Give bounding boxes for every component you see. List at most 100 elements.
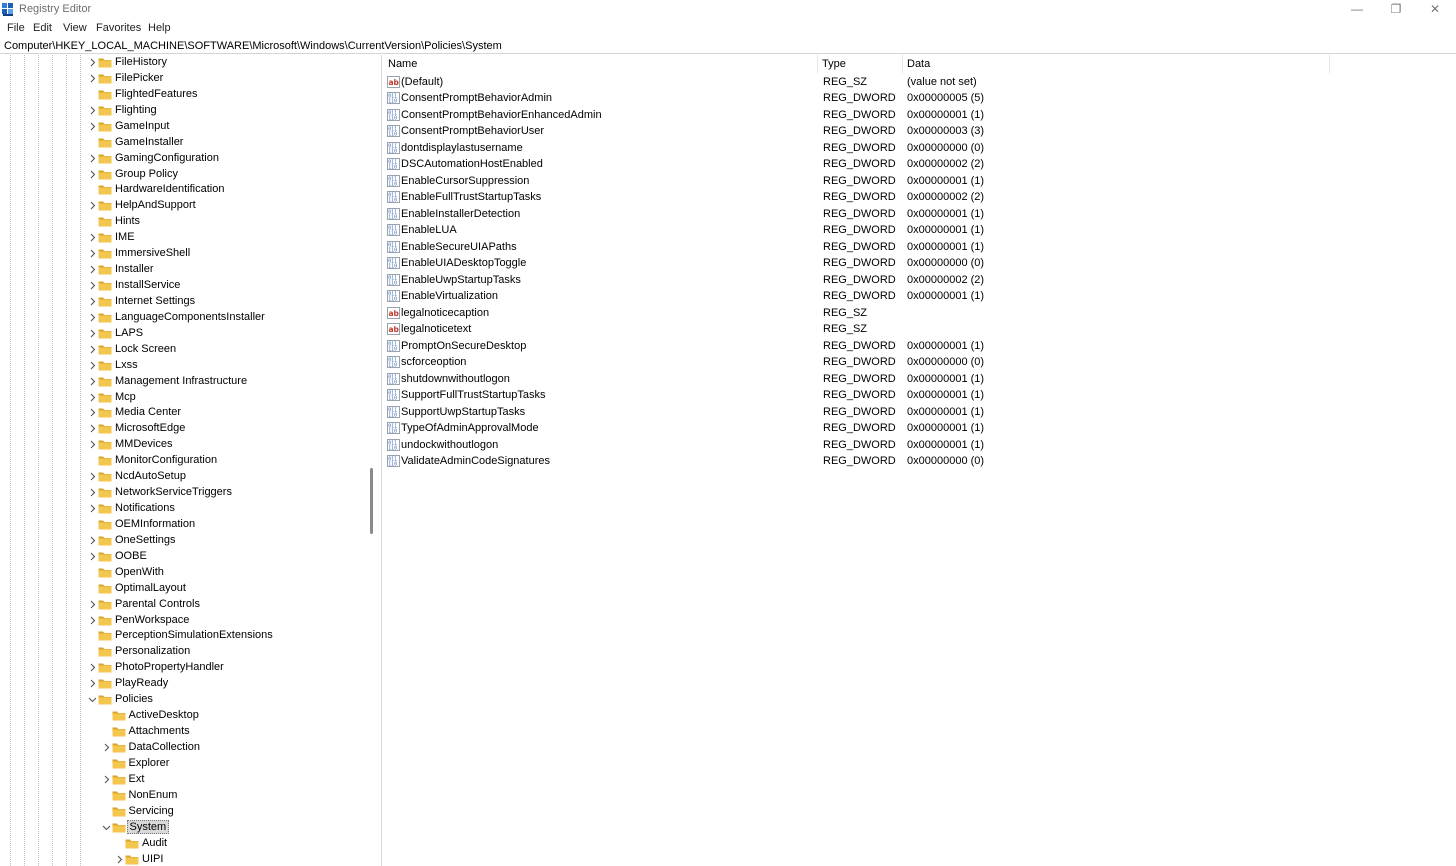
tree-node[interactable]: Media Center xyxy=(0,405,368,421)
tree-node[interactable]: Management Infrastructure xyxy=(0,374,368,390)
tree-node-label[interactable]: Lock Screen xyxy=(113,343,178,355)
tree-node-label[interactable]: PhotoPropertyHandler xyxy=(113,661,226,673)
value-row[interactable]: 011 110 ConsentPromptBehaviorEnhancedAdmin… xyxy=(384,107,1384,123)
tree-node-label[interactable]: OEMInformation xyxy=(113,518,197,530)
tree-node[interactable]: FlightedFeatures xyxy=(0,87,368,103)
chevron-right-icon[interactable] xyxy=(88,536,97,545)
chevron-right-icon[interactable] xyxy=(88,488,97,497)
chevron-right-icon[interactable] xyxy=(88,408,97,417)
tree-node-label[interactable]: Lxss xyxy=(113,359,140,371)
tree-node-label[interactable]: IME xyxy=(113,231,137,243)
tree-node[interactable]: OptimalLayout xyxy=(0,581,368,597)
chevron-right-icon[interactable] xyxy=(88,58,97,67)
chevron-right-icon[interactable] xyxy=(88,233,97,242)
menu-view[interactable]: View xyxy=(63,22,87,34)
value-row[interactable]: ab (Default) REG_SZ (value not set) xyxy=(384,74,1384,90)
tree-node[interactable]: Ext xyxy=(0,772,368,788)
tree-node-label[interactable]: GameInput xyxy=(113,120,171,132)
value-row[interactable]: 011 110 EnableLUA REG_DWORD 0x00000001 (1) xyxy=(384,222,1384,238)
chevron-right-icon[interactable] xyxy=(88,616,97,625)
tree-node-label[interactable]: NonEnum xyxy=(127,789,180,801)
value-row[interactable]: 011 110 ConsentPromptBehaviorAdmin REG_DWOR… xyxy=(384,90,1384,106)
tree-node-label[interactable]: Attachments xyxy=(127,725,192,737)
value-row[interactable]: 011 110 SupportFullTrustStartupTasks REG_DW… xyxy=(384,387,1384,403)
tree-node[interactable]: ImmersiveShell xyxy=(0,246,368,262)
value-row[interactable]: 011 110 PromptOnSecureDesktop REG_DWORD 0x00… xyxy=(384,338,1384,354)
tree-node[interactable]: PlayReady xyxy=(0,676,368,692)
chevron-right-icon[interactable] xyxy=(88,600,97,609)
tree-node-label[interactable]: PerceptionSimulationExtensions xyxy=(113,629,275,641)
chevron-right-icon[interactable] xyxy=(88,122,97,131)
close-button[interactable]: ✕ xyxy=(1415,0,1455,20)
chevron-right-icon[interactable] xyxy=(88,345,97,354)
menu-file[interactable]: File xyxy=(7,22,25,34)
tree-node[interactable]: HardwareIdentification xyxy=(0,182,368,198)
tree-node[interactable]: OpenWith xyxy=(0,565,368,581)
tree-node[interactable]: System xyxy=(0,819,368,836)
value-row[interactable]: 011 110 DSCAutomationHostEnabled REG_DWORD 0… xyxy=(384,156,1384,172)
value-row[interactable]: ab legalnoticecaption REG_SZ xyxy=(384,305,1384,321)
tree-node-label[interactable]: NetworkServiceTriggers xyxy=(113,486,234,498)
tree-node-label[interactable]: Audit xyxy=(140,837,169,849)
tree-node-label[interactable]: OOBE xyxy=(113,550,149,562)
tree-node-label[interactable]: GamingConfiguration xyxy=(113,152,221,164)
chevron-right-icon[interactable] xyxy=(88,74,97,83)
value-row[interactable]: 011 110 EnableInstallerDetection REG_DWORD 0… xyxy=(384,206,1384,222)
value-row[interactable]: 011 110 EnableCursorSuppression REG_DWORD 0x… xyxy=(384,173,1384,189)
tree-node[interactable]: Mcp xyxy=(0,390,368,406)
chevron-down-icon[interactable] xyxy=(88,695,97,704)
tree-node-label[interactable]: Notifications xyxy=(113,502,177,514)
tree-node[interactable]: FilePicker xyxy=(0,71,368,87)
tree-node-label[interactable]: Management Infrastructure xyxy=(113,375,249,387)
chevron-right-icon[interactable] xyxy=(88,393,97,402)
tree-node-label[interactable]: FilePicker xyxy=(113,72,165,84)
chevron-right-icon[interactable] xyxy=(88,106,97,115)
tree-node-label[interactable]: HelpAndSupport xyxy=(113,199,198,211)
value-row[interactable]: 011 110 EnableSecureUIAPaths REG_DWORD 0x000… xyxy=(384,239,1384,255)
tree-node-label[interactable]: UIPI xyxy=(140,853,165,865)
tree-node-label[interactable]: Mcp xyxy=(113,391,138,403)
tree-node[interactable]: Parental Controls xyxy=(0,597,368,613)
tree-node[interactable]: PerceptionSimulationExtensions xyxy=(0,628,368,644)
tree-node[interactable]: Servicing xyxy=(0,804,368,820)
menu-favorites[interactable]: Favorites xyxy=(96,22,141,34)
tree-node[interactable]: Lxss xyxy=(0,358,368,374)
tree-node-label[interactable]: Media Center xyxy=(113,406,183,418)
tree-node-label[interactable]: Policies xyxy=(113,693,155,705)
column-header-name[interactable]: Name xyxy=(384,55,818,73)
chevron-right-icon[interactable] xyxy=(88,679,97,688)
tree-node[interactable]: OEMInformation xyxy=(0,517,368,533)
tree-node-label[interactable]: Parental Controls xyxy=(113,598,202,610)
chevron-right-icon[interactable] xyxy=(102,743,111,752)
tree-node-label[interactable]: GameInstaller xyxy=(113,136,185,148)
chevron-right-icon[interactable] xyxy=(88,361,97,370)
chevron-right-icon[interactable] xyxy=(88,552,97,561)
tree-node-label[interactable]: ImmersiveShell xyxy=(113,247,192,259)
tree-node[interactable]: LAPS xyxy=(0,326,368,342)
chevron-down-icon[interactable] xyxy=(102,823,111,832)
chevron-right-icon[interactable] xyxy=(88,313,97,322)
chevron-right-icon[interactable] xyxy=(88,281,97,290)
value-row[interactable]: 011 110 shutdownwithoutlogon REG_DWORD 0x000… xyxy=(384,371,1384,387)
tree-node-label[interactable]: InstallService xyxy=(113,279,182,291)
tree-node-label[interactable]: MicrosoftEdge xyxy=(113,422,187,434)
tree-scrollbar-thumb[interactable] xyxy=(370,468,373,534)
tree-node-label[interactable]: Explorer xyxy=(127,757,172,769)
value-row[interactable]: 011 110 undockwithoutlogon REG_DWORD 0x00000… xyxy=(384,437,1384,453)
tree-node[interactable]: IME xyxy=(0,230,368,246)
maximize-button[interactable]: ❐ xyxy=(1376,0,1416,20)
tree-node-label[interactable]: HardwareIdentification xyxy=(113,183,226,195)
tree-node[interactable]: Internet Settings xyxy=(0,294,368,310)
tree-node[interactable]: Audit xyxy=(0,836,368,852)
tree-node[interactable]: Lock Screen xyxy=(0,342,368,358)
tree-node[interactable]: Hints xyxy=(0,214,368,230)
chevron-right-icon[interactable] xyxy=(88,504,97,513)
value-row[interactable]: 011 110 TypeOfAdminApprovalMode REG_DWORD 0x… xyxy=(384,420,1384,436)
value-row[interactable]: 011 110 dontdisplaylastusername REG_DWORD 0x… xyxy=(384,140,1384,156)
key-tree-pane[interactable]: FileHistory FilePicker FlightedFeatures Fli… xyxy=(0,55,378,866)
tree-node-label[interactable]: Flighting xyxy=(113,104,159,116)
minimize-button[interactable]: — xyxy=(1337,0,1377,20)
tree-node[interactable]: GamingConfiguration xyxy=(0,151,368,167)
value-row[interactable]: 011 110 ValidateAdminCodeSignatures REG_DWO… xyxy=(384,453,1384,469)
tree-node-label[interactable]: Internet Settings xyxy=(113,295,197,307)
